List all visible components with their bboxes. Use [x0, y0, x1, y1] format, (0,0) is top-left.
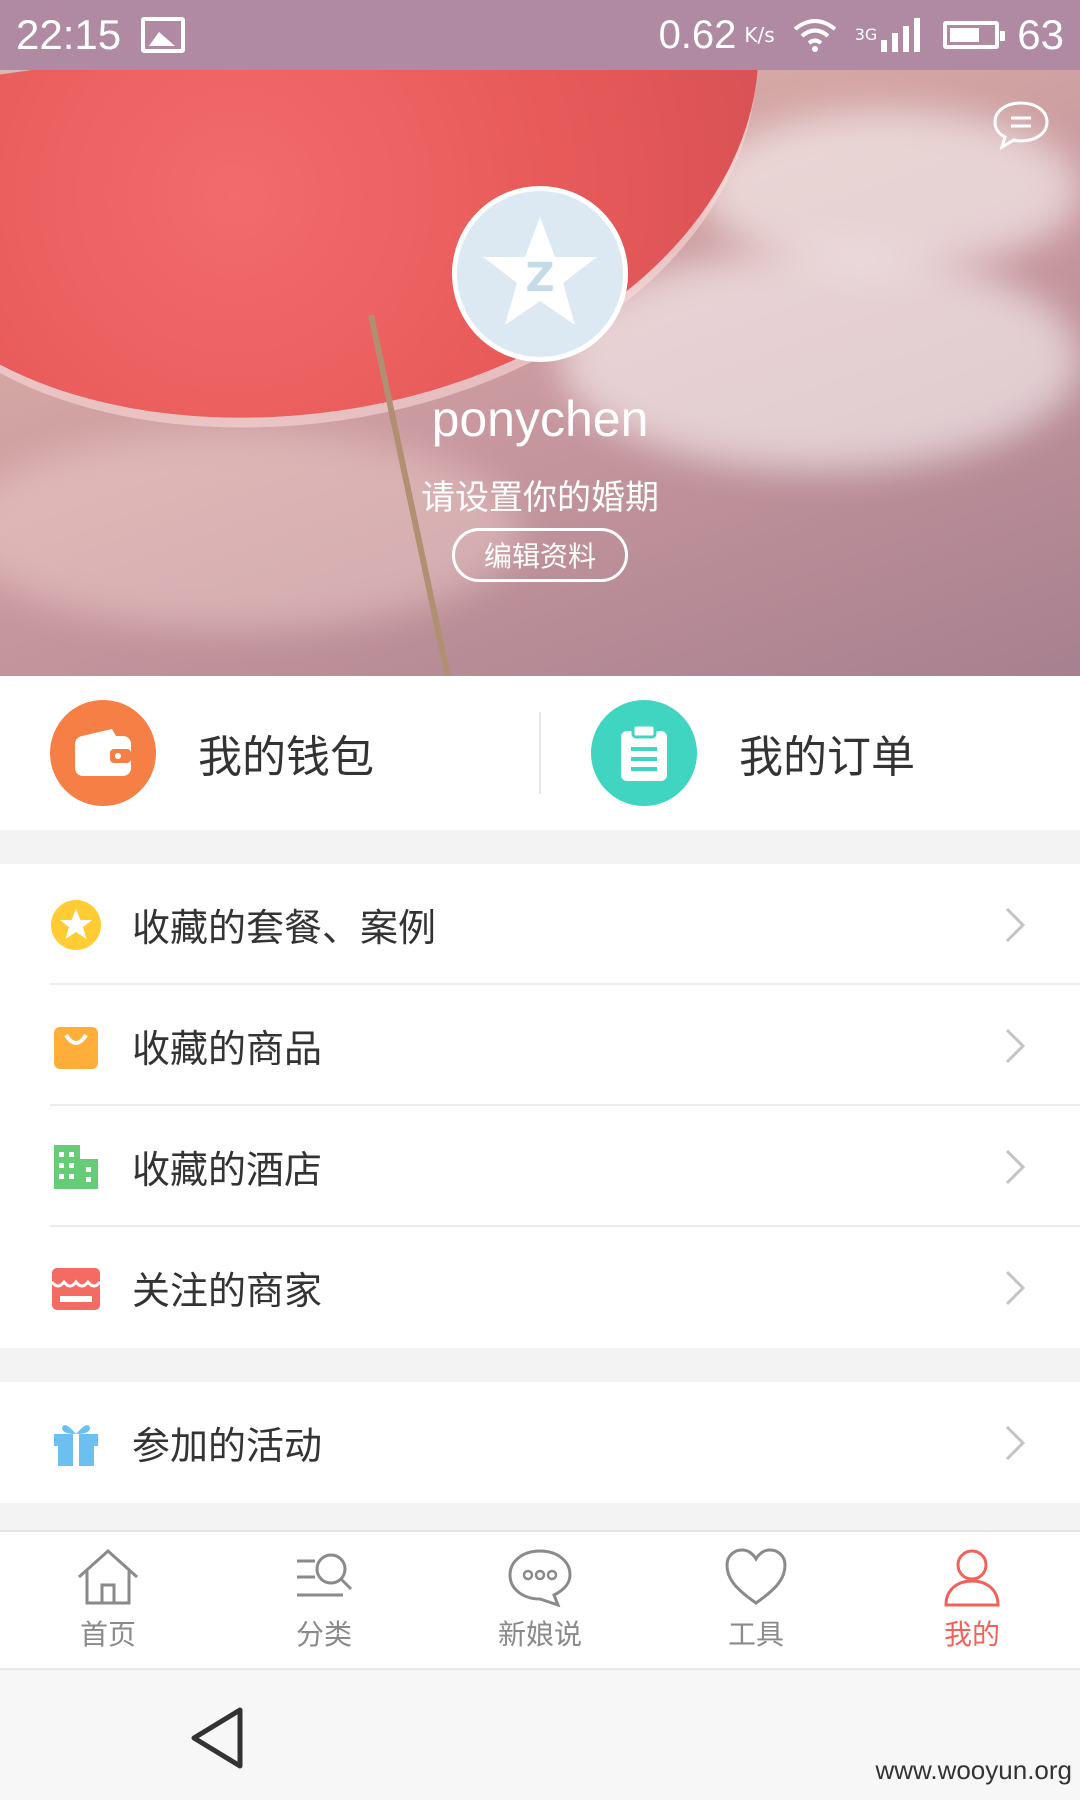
tab-home[interactable]: 首页 — [0, 1532, 216, 1668]
quick-actions: 我的钱包 我的订单 — [0, 676, 1080, 830]
activities-list: 参加的活动 — [0, 1382, 1080, 1503]
network-type-label: 3G — [854, 25, 878, 44]
message-icon[interactable] — [992, 100, 1050, 150]
tab-mine-label: 我的 — [943, 1618, 1000, 1651]
list-item-favorite-hotels[interactable]: 收藏的酒店 — [0, 1106, 1080, 1227]
tab-category-label: 分类 — [295, 1618, 352, 1651]
bottom-nav: 首页 分类 新娘说 工具 我的 — [0, 1530, 1080, 1668]
tab-tools-label: 工具 — [727, 1618, 784, 1651]
list-item-label: 收藏的商品 — [132, 1027, 323, 1071]
system-nav-bar: www.wooyun.org — [0, 1668, 1080, 1800]
list-item-joined-activities[interactable]: 参加的活动 — [0, 1382, 1080, 1503]
my-orders-label: 我的订单 — [739, 732, 915, 783]
star-icon — [50, 899, 102, 951]
list-item-favorite-goods[interactable]: 收藏的商品 — [0, 985, 1080, 1106]
edit-profile-button[interactable]: 编辑资料 — [452, 528, 628, 582]
shop-icon — [50, 1262, 102, 1314]
tab-category[interactable]: 分类 — [216, 1532, 432, 1668]
list-item-label: 关注的商家 — [132, 1269, 323, 1313]
image-notification-icon — [141, 17, 186, 53]
net-speed: 0.62 — [658, 12, 737, 57]
chevron-right-icon — [1005, 1425, 1026, 1461]
net-speed-unit: K/s — [744, 23, 775, 47]
my-wallet-label: 我的钱包 — [198, 732, 374, 783]
list-item-label: 收藏的套餐、案例 — [132, 906, 437, 950]
battery-icon — [943, 21, 1006, 49]
category-search-icon — [297, 1553, 353, 1597]
list-item-label: 参加的活动 — [132, 1424, 323, 1468]
list-item-followed-merchants[interactable]: 关注的商家 — [0, 1227, 1080, 1348]
watermark: www.wooyun.org — [875, 1755, 1072, 1785]
hotel-building-icon — [50, 1141, 102, 1193]
signal-icon — [881, 18, 921, 52]
wedding-date-prompt[interactable]: 请设置你的婚期 — [0, 470, 1080, 519]
heart-icon — [725, 1548, 787, 1605]
battery-level: 63 — [1017, 11, 1064, 58]
back-triangle-icon[interactable] — [190, 1706, 246, 1770]
gift-icon — [50, 1417, 102, 1469]
list-item-favorite-packages[interactable]: 收藏的套餐、案例 — [0, 864, 1080, 985]
my-wallet-entry[interactable]: 我的钱包 — [0, 676, 539, 830]
tab-tools[interactable]: 工具 — [648, 1532, 864, 1668]
tab-home-label: 首页 — [79, 1618, 136, 1651]
wifi-icon — [793, 19, 836, 52]
avatar[interactable]: Z — [452, 186, 628, 362]
default-avatar-star-icon: Z — [483, 217, 597, 325]
tab-bride-talk[interactable]: 新娘说 — [432, 1532, 648, 1668]
tab-mine[interactable]: 我的 — [864, 1532, 1080, 1668]
chevron-right-icon — [1005, 1149, 1026, 1185]
profile-banner: Z ponychen 请设置你的婚期 编辑资料 — [0, 70, 1080, 676]
order-clipboard-icon — [591, 700, 697, 806]
status-right-group: 0.62 K/s 3G 63 — [659, 11, 1064, 59]
tab-bride-talk-label: 新娘说 — [497, 1618, 582, 1651]
chat-bubble-icon — [508, 1549, 572, 1607]
shopping-bag-icon — [50, 1020, 102, 1072]
wallet-icon — [50, 700, 156, 806]
app-screen: 22:15 0.62 K/s 3G 63 Z ponychen 请设置你的婚期 … — [0, 0, 1080, 1800]
user-icon — [944, 1549, 1000, 1607]
favorites-list: 收藏的套餐、案例 收藏的商品 收藏的酒店 关注的商家 — [0, 864, 1080, 1348]
svg-text:Z: Z — [525, 255, 554, 301]
my-orders-entry[interactable]: 我的订单 — [541, 676, 1080, 830]
chevron-right-icon — [1005, 1028, 1026, 1064]
status-time: 22:15 — [16, 11, 122, 58]
list-item-label: 收藏的酒店 — [132, 1148, 323, 1192]
home-icon — [77, 1548, 139, 1605]
chevron-right-icon — [1005, 1270, 1026, 1306]
chevron-right-icon — [1005, 907, 1026, 943]
status-bar: 22:15 0.62 K/s 3G 63 — [0, 0, 1080, 70]
username: ponychen — [431, 391, 649, 447]
